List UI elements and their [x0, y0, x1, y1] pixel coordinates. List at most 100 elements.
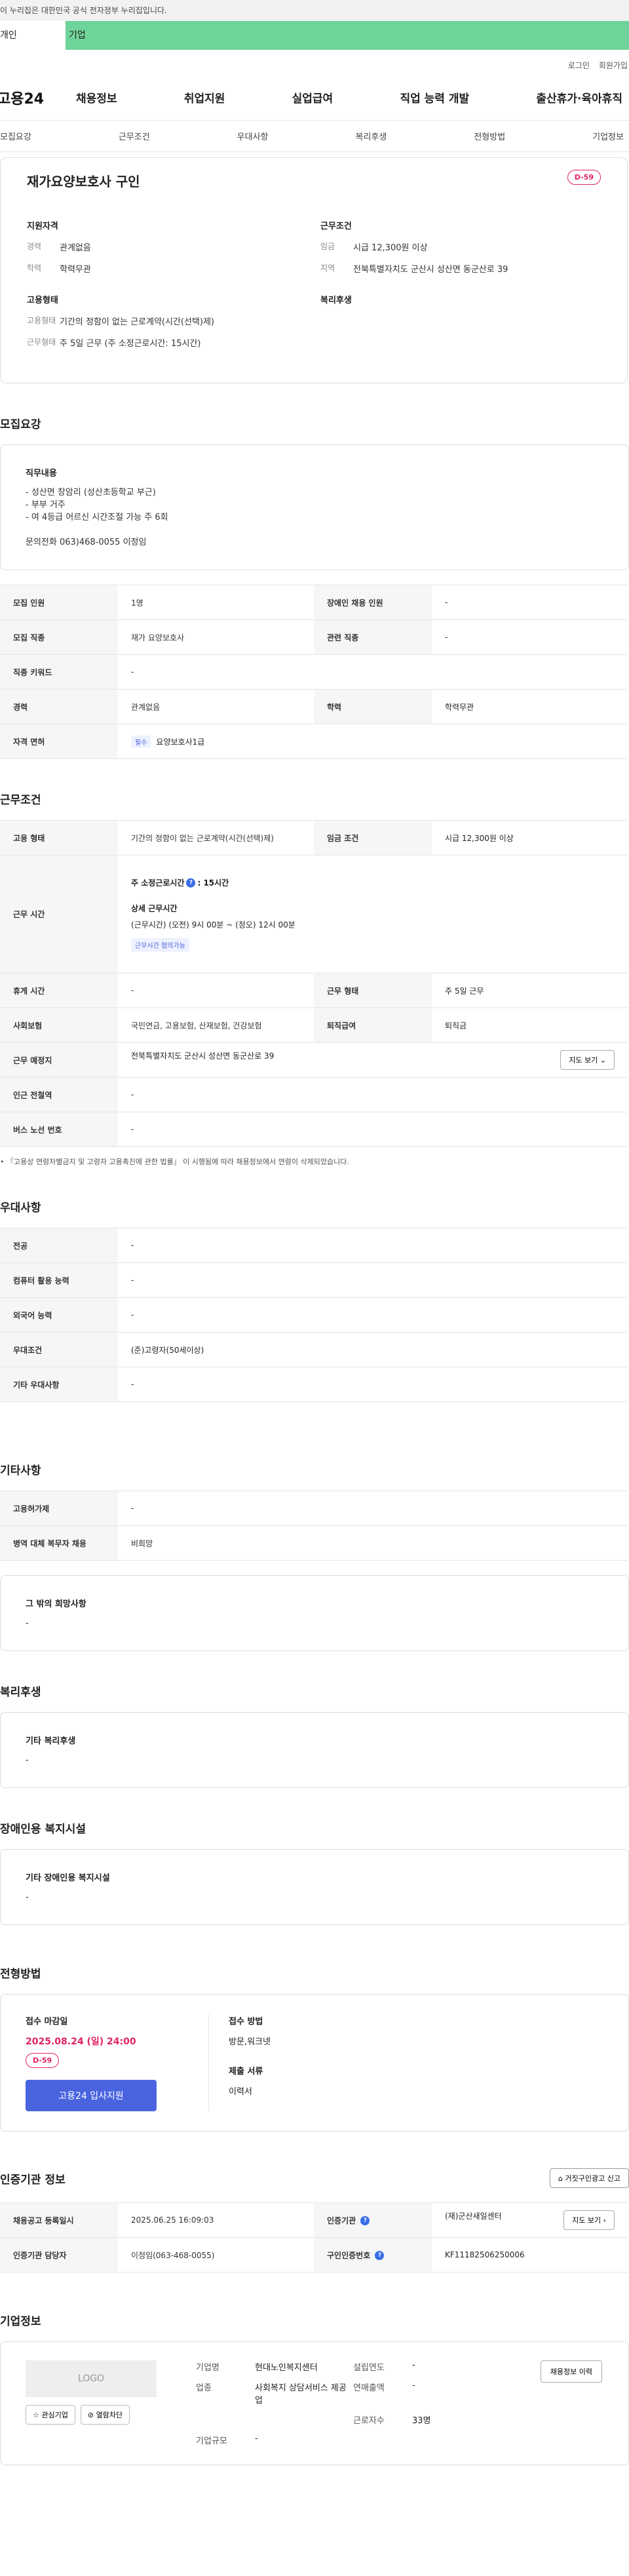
row-value: - [432, 585, 628, 620]
info-icon[interactable]: ? [375, 2251, 385, 2260]
agency-map-button[interactable]: 지도 보기 › [563, 2210, 615, 2230]
table-row: 컴퓨터 활용 능력 - [0, 1262, 628, 1298]
welfare-section-title: 복리후생 [0, 1686, 41, 1699]
row-value: - [118, 1112, 628, 1147]
row-value: 국민연금, 고용보험, 산재보험, 건강보험 [118, 1007, 314, 1043]
row-value: 퇴직금 [432, 1007, 628, 1043]
row-value: 이정임(063-468-0055) [118, 2237, 314, 2273]
revenue-label: 연매출액 [353, 2383, 385, 2393]
job-history-button[interactable]: 채용정보 이력 [540, 2360, 602, 2383]
edu-label: 학력 [27, 263, 42, 273]
row-value: KF11182506250006 [432, 2237, 628, 2273]
row-value: 기간의 정함이 없는 근로계약(시간(선택)제) [118, 820, 314, 855]
row-header: 채용공고 등록일시 [0, 2202, 118, 2238]
tab-personal[interactable]: 개인 [0, 21, 66, 50]
gnb-item-jobs[interactable]: 채용정보 [76, 89, 117, 106]
detail-hours-value: (근무시간) (오전) 9시 00분 ~ (정오) 12시 00분 [131, 920, 295, 929]
row-value: 학력무관 [432, 689, 628, 724]
dday-badge: D-59 [567, 170, 601, 185]
job-desc-line [26, 524, 603, 536]
recruit-section-title: 모집요강 [0, 418, 41, 431]
license-value: 필수 요양보호사1급 [118, 724, 628, 759]
table-row: 버스 노선 번호 - [0, 1112, 628, 1147]
wage-value: 시급 12,300원 이상 [353, 243, 428, 253]
emp-label: 고용형태 [27, 316, 56, 325]
company-name-value: 현대노인복지센터 [255, 2363, 318, 2373]
info-icon[interactable]: ? [186, 878, 196, 888]
company-section-title: 기업정보 [0, 2315, 41, 2328]
table-row: 병역 대체 복무자 채용 비희망 [0, 1525, 628, 1561]
home-icon: ⌂ [558, 2174, 563, 2183]
other-wishes-value: - [26, 1618, 29, 1628]
weekly-hours-label: 주 소정근로시간 [131, 878, 185, 888]
favorite-company-button[interactable]: ☆ 관심기업 [26, 2405, 75, 2425]
row-value: - [118, 654, 628, 690]
docs-heading: 제출 서류 [229, 2067, 263, 2077]
deadline-heading: 접수 마감일 [26, 2017, 68, 2027]
user-type-tabs: 개인 기업 [0, 21, 629, 50]
subnav-company[interactable]: 기업정보 [592, 130, 624, 142]
row-header: 컴퓨터 활용 능력 [0, 1262, 118, 1298]
table-row: 자격 면허 필수 요양보호사1급 [0, 724, 628, 759]
map-view-button[interactable]: 지도 보기 ⌄ [560, 1050, 615, 1070]
block-view-button[interactable]: ⊘ 열람차단 [80, 2405, 130, 2425]
emp-value: 기간의 정함이 없는 근로계약(시간(선택)제) [60, 317, 215, 327]
company-name-label: 기업명 [196, 2363, 219, 2373]
job-summary-card: 재가요양보호사 구인 D-59 지원자격 경력 관계없음 학력 학력무관 근무조건 … [0, 157, 628, 383]
row-value: - [432, 619, 628, 655]
row-header: 근무 시간 [0, 855, 118, 973]
site-logo[interactable]: 고용24 [0, 87, 76, 108]
subnav-recruit[interactable]: 모집요강 [0, 130, 31, 142]
job-desc-line: - 여 4등급 어르신 시간조절 가능 주 6회 [26, 513, 168, 522]
gnb-item-unemployment[interactable]: 실업급여 [292, 89, 334, 106]
subnav-preferences[interactable]: 우대사항 [237, 130, 269, 142]
chevron-down-icon: ⌄ [600, 1056, 606, 1064]
emp-heading: 고용형태 [27, 296, 58, 305]
job-desc-line: 문의전화 063)468-0055 이정임 [26, 537, 147, 547]
tab-company[interactable]: 기업 [66, 21, 629, 50]
subnav-welfare[interactable]: 복리후생 [355, 130, 387, 142]
disabled-box: 기타 장애인용 복지시설 - [0, 1849, 629, 1925]
etc-section-title: 기타사항 [0, 1464, 41, 1477]
dday-badge: D-59 [26, 2053, 60, 2068]
cond-table: 고용 형태 기간의 정함이 없는 근로계약(시간(선택)제) 임금 조건 시급 … [0, 820, 628, 1147]
disabled-box-heading: 기타 장애인용 복지시설 [26, 1873, 110, 1883]
method-heading: 접수 방법 [229, 2017, 263, 2027]
subnav-selection[interactable]: 전형방법 [474, 130, 505, 142]
location-cell: 전북특별자치도 군산시 성산면 동군산로 39 지도 보기 ⌄ [118, 1042, 628, 1078]
gnb-item-employment-support[interactable]: 취업지원 [184, 89, 225, 106]
table-row: 고용 형태 기간의 정함이 없는 근로계약(시간(선택)제) 임금 조건 시급 … [0, 820, 628, 855]
job-desc-heading: 직무내용 [26, 469, 57, 478]
report-fake-ad-button[interactable]: ⌂ 거짓구인광고 신고 [550, 2168, 629, 2188]
signup-link[interactable]: 회원가입 [599, 60, 628, 71]
subnav-conditions[interactable]: 근무조건 [119, 130, 150, 142]
industry-label: 업종 [196, 2383, 212, 2393]
table-row: 근무 시간 주 소정근로시간?: 15시간 상세 근무시간 (근무시간) (오전… [0, 855, 628, 973]
row-value: 주 5일 근무 [432, 973, 628, 1008]
career-value: 관계없음 [60, 243, 91, 253]
gnb-item-training[interactable]: 직업 능력 개발 [400, 89, 469, 106]
row-header: 근무 형태 [314, 973, 432, 1008]
company-info: 기업명 현대노인복지센터 설립연도 - 업종 사회복지 상담서비스 제공업 연매… [196, 2360, 478, 2446]
row-value: - [118, 1491, 628, 1526]
apply-button[interactable]: 고용24 입사지원 [26, 2080, 157, 2111]
table-row: 직종 키워드 - [0, 654, 628, 690]
table-row: 사회보험 국민연금, 고용보험, 산재보험, 건강보험 퇴직급여 퇴직금 [0, 1007, 628, 1043]
size-value: - [255, 2434, 258, 2444]
star-icon: ☆ [33, 2411, 39, 2419]
license-text: 요양보호사1급 [156, 737, 205, 747]
region-value: 전북특별자치도 군산시 성산면 동군산로 39 [353, 265, 508, 275]
negotiable-tag: 근무시간 협의가능 [131, 937, 189, 952]
gnb-item-leave[interactable]: 출산휴가·육아휴직 [536, 89, 622, 106]
row-header: 퇴직급여 [314, 1007, 432, 1043]
work-label: 근무형태 [27, 338, 56, 347]
row-header: 버스 노선 번호 [0, 1112, 118, 1147]
wage-label: 임금 [320, 242, 335, 251]
info-icon[interactable]: ? [360, 2216, 370, 2225]
row-value: - [118, 1367, 628, 1402]
employees-value: 33명 [412, 2416, 431, 2426]
agency-header: 인증기관 정보 ⌂ 거짓구인광고 신고 [0, 2168, 629, 2188]
table-row: 우대조건 (준)고령자(50세이상) [0, 1332, 628, 1367]
block-icon: ⊘ [87, 2411, 94, 2419]
login-link[interactable]: 로그인 [568, 60, 590, 71]
